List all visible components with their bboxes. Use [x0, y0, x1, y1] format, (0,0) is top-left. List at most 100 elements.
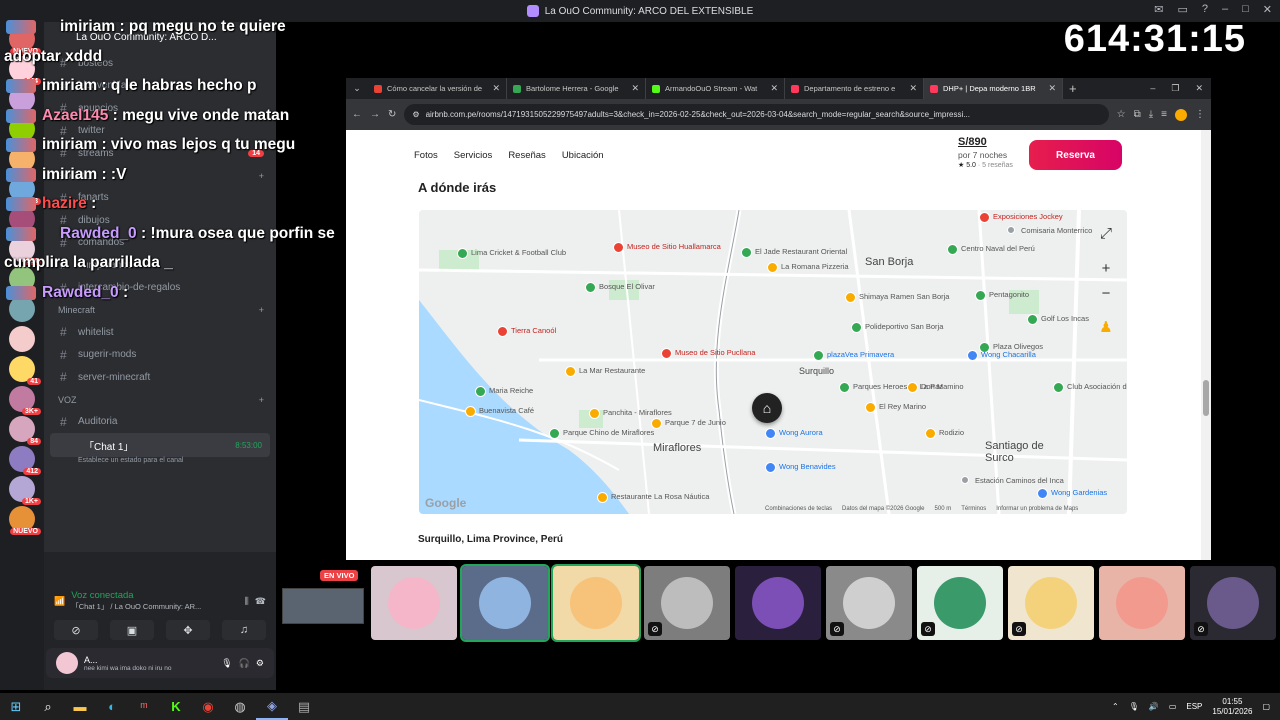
map-place-label[interactable]: Museo de Sitio Huallamarca — [627, 242, 721, 251]
url-field[interactable]: ⚙ airbnb.com.pe/rooms/147193150522997549… — [404, 104, 1109, 125]
map-place-pin-icon[interactable] — [839, 382, 850, 393]
map-place-label[interactable]: plazaVea Primavera — [827, 350, 894, 359]
map-place-label[interactable]: Don Mamino — [921, 382, 964, 391]
forward-icon[interactable]: → — [370, 109, 380, 120]
app-icon[interactable]: ᵐ — [128, 693, 160, 720]
map-place-label[interactable]: Museo de Sitio Pucllana — [675, 348, 755, 357]
participant-tile[interactable] — [1099, 566, 1185, 640]
map-place-label[interactable]: Exposiciones Jockey — [993, 212, 1063, 221]
map-place-label[interactable]: La Romana Pizzeria — [781, 262, 849, 271]
category-minecraft[interactable]: Minecraft + — [44, 299, 276, 321]
windows-start-icon[interactable]: ⊞ — [0, 693, 32, 720]
map-place-pin-icon[interactable] — [651, 418, 662, 429]
minimize-icon[interactable]: – — [1222, 3, 1228, 16]
browser-tab[interactable]: Departamento de estreno e ✕ — [785, 78, 924, 99]
tab-close-icon[interactable]: ✕ — [492, 83, 500, 94]
map-place-label[interactable]: Wong Chacarilla — [981, 350, 1036, 359]
channel-item[interactable]: # streams 14 — [44, 142, 276, 165]
map-place-pin-icon[interactable] — [1053, 382, 1064, 393]
map-place-label[interactable]: Maria Reiche — [489, 386, 533, 395]
reserve-button[interactable]: Reserva — [1029, 140, 1122, 170]
mic-icon[interactable]: 🎙 — [221, 658, 232, 669]
map-place-label[interactable]: Pentagonito — [989, 290, 1029, 299]
tray-mic-icon[interactable]: 🎙 — [1129, 702, 1139, 711]
kick-icon[interactable]: K — [160, 693, 192, 720]
server-icon[interactable] — [9, 296, 35, 322]
price[interactable]: S/890 — [958, 136, 1013, 148]
server-icon[interactable] — [9, 326, 35, 352]
channel-item[interactable]: # whitelist — [44, 321, 276, 344]
voice-channel-path[interactable]: 「Chat 1」 / La OuO Community: AR... — [71, 601, 238, 612]
map-place-label[interactable]: Shimaya Ramen San Borja — [859, 292, 949, 301]
map-place-pin-icon[interactable] — [597, 492, 608, 503]
extensions-icon[interactable]: ⧉ — [1134, 109, 1141, 120]
chrome-icon[interactable]: ◉ — [192, 693, 224, 720]
map-place-label[interactable]: Parque 7 de Junio — [665, 418, 726, 427]
map-place-pin-icon[interactable] — [1037, 488, 1048, 499]
listing-nav-item[interactable]: Fotos — [414, 150, 438, 161]
map-place-pin-icon[interactable] — [497, 326, 508, 337]
server-icon[interactable]: 544 — [9, 56, 41, 85]
channel-item[interactable]: # intercambio-de-regalos — [44, 277, 276, 300]
voice-status[interactable]: Voz conectada — [71, 590, 238, 601]
add-channel-icon[interactable]: + — [259, 395, 264, 405]
restore-icon[interactable]: ❐ — [1171, 83, 1179, 94]
map-footer-item[interactable]: Informar un problema de Maps — [996, 506, 1078, 512]
server-icon[interactable]: 3K+ — [9, 386, 41, 415]
bookmark-star-icon[interactable]: ☆ — [1117, 109, 1126, 120]
participant-tile[interactable] — [551, 564, 641, 642]
map-place-label[interactable]: Wong Benavides — [779, 462, 836, 471]
map[interactable]: San Borja Surquillo Miraflores Santiago … — [419, 210, 1127, 514]
map-footer-item[interactable]: Combinaciones de teclas — [765, 506, 832, 512]
file-explorer-icon[interactable]: ▬ — [64, 693, 96, 720]
channel-item[interactable]: # anuncios — [44, 97, 276, 120]
user-avatar[interactable] — [56, 652, 78, 674]
channel-item[interactable]: # fanarts — [44, 187, 276, 210]
reload-icon[interactable]: ↻ — [388, 109, 396, 120]
map-place-label[interactable]: Golf Los Incas — [1041, 314, 1089, 323]
map-place-label[interactable]: Wong Gardenias — [1051, 488, 1107, 497]
server-icon[interactable] — [9, 86, 35, 112]
tab-close-icon[interactable]: ✕ — [631, 83, 639, 94]
pegman-icon[interactable]: ♟ — [1095, 316, 1117, 338]
server-icon[interactable] — [9, 116, 35, 142]
map-place-pin-icon[interactable] — [475, 386, 486, 397]
map-place-label[interactable]: Restaurante La Rosa Náutica — [611, 492, 709, 501]
map-place-label[interactable]: Panchita - Miraflores — [603, 408, 672, 417]
help-icon[interactable]: ? — [1202, 3, 1208, 16]
browser-tab[interactable]: Bartolome Herrera - Google ✕ — [507, 78, 646, 99]
map-place-label[interactable]: Polideportivo San Borja — [865, 322, 943, 331]
map-place-pin-icon[interactable] — [1007, 226, 1015, 234]
map-place-label[interactable]: Parque Chino de Miraflores — [563, 428, 654, 437]
map-place-pin-icon[interactable] — [851, 322, 862, 333]
voice-channel-active[interactable]: 「Chat 1」 8:53:00 — [50, 433, 270, 457]
minimize-icon[interactable]: – — [1150, 83, 1155, 94]
map-place-pin-icon[interactable] — [613, 242, 624, 253]
channel-item[interactable]: # Auditoria — [44, 411, 276, 434]
menu-icon[interactable]: ⋮ — [1195, 109, 1205, 120]
server-icon[interactable] — [9, 206, 35, 232]
map-place-pin-icon[interactable] — [767, 262, 778, 273]
channel-item[interactable]: # dibujos — [44, 209, 276, 232]
map-place-pin-icon[interactable] — [765, 428, 776, 439]
window-app-icon[interactable]: ▤ — [288, 693, 320, 720]
server-icon[interactable] — [9, 146, 35, 172]
tab-close-icon[interactable]: ✕ — [770, 83, 778, 94]
map-place-pin-icon[interactable] — [661, 348, 672, 359]
browser-tab[interactable]: Cómo cancelar la versión de ✕ — [368, 78, 507, 99]
map-place-pin-icon[interactable] — [813, 350, 824, 361]
map-place-pin-icon[interactable] — [765, 462, 776, 473]
live-stream-tile[interactable]: EN VIVO — [280, 566, 366, 640]
category-social[interactable]: SOCIAL + — [44, 165, 276, 187]
media-icon[interactable]: ≡ — [1161, 109, 1167, 120]
participant-tile[interactable]: ⊘ — [1190, 566, 1276, 640]
participant-tile[interactable] — [460, 564, 550, 642]
map-place-label[interactable]: La Mar Restaurante — [579, 366, 645, 375]
participant-tile[interactable]: ⊘ — [1008, 566, 1094, 640]
category-voice[interactable]: VOZ + — [44, 389, 276, 411]
network-icon[interactable]: ▭ — [1169, 702, 1177, 711]
zoom-out-button[interactable]: − — [1095, 282, 1117, 304]
map-place-label[interactable]: Wong Aurora — [779, 428, 823, 437]
map-place-pin-icon[interactable] — [947, 244, 958, 255]
back-icon[interactable]: ← — [352, 109, 362, 120]
